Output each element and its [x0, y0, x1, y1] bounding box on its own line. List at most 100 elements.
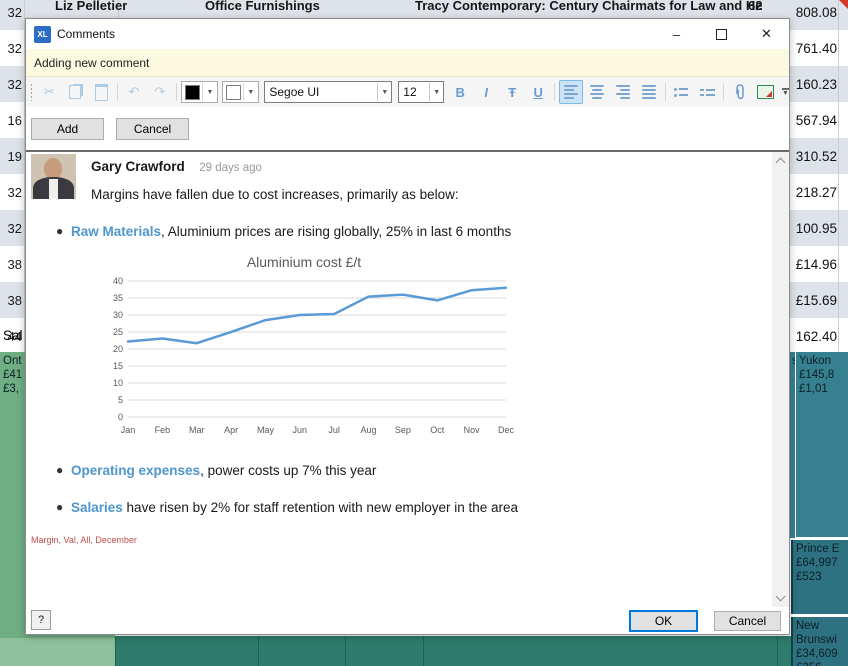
treemap-label: £34,609	[796, 647, 848, 661]
italic-button[interactable]: I	[474, 80, 498, 104]
chevron-down-icon[interactable]: ▼	[202, 83, 216, 101]
cell-salesperson[interactable]: Liz Pelletier	[55, 0, 127, 15]
undo-icon: ↶	[128, 84, 139, 100]
font-size-select[interactable]: 12▼	[398, 81, 444, 103]
ok-button[interactable]: OK	[630, 611, 697, 631]
align-right-button[interactable]	[611, 80, 635, 104]
font-name-select[interactable]: Segoe UI▼	[264, 81, 392, 103]
paperclip-icon	[733, 84, 747, 100]
svg-text:Aluminium cost £/t: Aluminium cost £/t	[247, 254, 361, 270]
svg-text:Apr: Apr	[224, 425, 238, 435]
close-button[interactable]: ✕	[744, 20, 789, 48]
insert-image-button[interactable]	[754, 80, 778, 104]
scroll-up-icon[interactable]	[776, 158, 786, 168]
align-center-button[interactable]	[585, 80, 609, 104]
cell-left-number[interactable]: 32	[0, 5, 22, 20]
strikethrough-icon: Ŧ	[508, 85, 516, 100]
cancel-add-button[interactable]: Cancel	[116, 118, 189, 140]
comment-content-area: Gary Crawford 29 days ago Margins have f…	[26, 152, 789, 607]
comment-action-row: Add Cancel	[26, 107, 789, 152]
bullet-icon: ●	[56, 224, 71, 239]
svg-text:40: 40	[113, 276, 123, 286]
svg-text:Jul: Jul	[328, 425, 340, 435]
app-icon: XL	[34, 26, 51, 43]
toolbar-grip-handle[interactable]	[30, 83, 32, 101]
treemap-label: £1,01	[799, 382, 848, 396]
treemap-block[interactable]	[345, 636, 423, 666]
cell-left-number[interactable]: 32	[0, 221, 22, 236]
overflow-arrow-icon: ▼	[782, 91, 789, 96]
cell-left-number[interactable]: 38	[0, 293, 22, 308]
copy-button[interactable]	[63, 80, 87, 104]
toolbar-overflow-button[interactable]: ▼	[782, 88, 789, 96]
cell-left-number[interactable]: 38	[0, 257, 22, 272]
treemap-block-yukon[interactable]: Yukon£145,8£1,01	[796, 352, 848, 537]
cell-left-number[interactable]: 32	[0, 77, 22, 92]
redo-button[interactable]: ↷	[148, 80, 172, 104]
treemap-block[interactable]	[423, 636, 777, 666]
numbered-list-icon	[700, 89, 715, 96]
title-bar[interactable]: XL Comments – ✕	[26, 19, 789, 49]
align-left-button[interactable]	[559, 80, 583, 104]
bullet-lead-link[interactable]: Raw Materials	[71, 224, 161, 239]
treemap-block-prince-edward[interactable]: Prince E£64,997£523	[791, 540, 848, 614]
paste-icon	[95, 84, 108, 101]
fill-color-picker[interactable]: ▼	[222, 81, 259, 103]
font-size-value: 12	[399, 85, 429, 99]
sales-section-label: Sal	[3, 328, 23, 343]
copy-icon	[69, 85, 81, 99]
cell-category[interactable]: Office Furnishings	[205, 0, 320, 15]
cell-product[interactable]: Tracy Contemporary: Century Chairmats fo…	[415, 0, 762, 15]
comment-context-note: Margin, Val, All, December	[31, 535, 767, 545]
comment-flag-icon	[839, 0, 848, 9]
bullet-list-button[interactable]	[669, 80, 693, 104]
cell-left-number[interactable]: 32	[0, 185, 22, 200]
chevron-down-icon[interactable]: ▼	[429, 83, 443, 101]
bullet-icon: ●	[56, 500, 71, 515]
svg-text:Aug: Aug	[361, 425, 377, 435]
chevron-down-icon[interactable]: ▼	[243, 83, 257, 101]
treemap-block[interactable]	[115, 636, 258, 666]
align-justify-button[interactable]	[637, 80, 661, 104]
svg-text:May: May	[257, 425, 275, 435]
treemap-edge-text: s	[792, 355, 795, 367]
bullet-salaries: ● Salaries have risen by 2% for staff re…	[56, 500, 767, 515]
cell-qty[interactable]: 62	[748, 0, 762, 15]
cut-button[interactable]: ✂	[37, 80, 61, 104]
cancel-button[interactable]: Cancel	[714, 611, 781, 631]
minimize-button[interactable]: –	[654, 20, 699, 48]
undo-button[interactable]: ↶	[122, 80, 146, 104]
font-name-value: Segoe UI	[265, 85, 377, 99]
add-button[interactable]: Add	[31, 118, 104, 140]
fill-color-swatch	[226, 85, 241, 100]
treemap-block[interactable]	[258, 636, 345, 666]
bullet-lead-link[interactable]: Salaries	[71, 500, 123, 515]
treemap-label: £145,8	[799, 368, 848, 382]
paste-button[interactable]	[89, 80, 113, 104]
dialog-title: Comments	[57, 27, 115, 41]
comment-author: Gary Crawford	[91, 159, 185, 174]
bullet-text: , power costs up 7% this year	[200, 463, 376, 478]
bullet-operating-expenses: ● Operating expenses, power costs up 7% …	[56, 463, 767, 478]
chevron-down-icon[interactable]: ▼	[377, 83, 391, 101]
numbered-list-button[interactable]	[695, 80, 719, 104]
cell-left-number[interactable]: 32	[0, 41, 22, 56]
cut-icon: ✂	[44, 84, 55, 100]
treemap-block-new-brunswick[interactable]: NewBrunswi£34,609£256	[791, 617, 848, 666]
cell-left-number[interactable]: 16	[0, 113, 22, 128]
treemap-block[interactable]	[777, 636, 791, 666]
font-color-picker[interactable]: ▼	[181, 81, 218, 103]
maximize-icon	[716, 29, 727, 40]
maximize-button[interactable]	[699, 20, 744, 48]
scroll-down-icon[interactable]	[776, 592, 786, 602]
treemap-block[interactable]	[0, 638, 115, 666]
bold-button[interactable]: B	[448, 80, 472, 104]
cell-left-number[interactable]: 19	[0, 149, 22, 164]
content-scrollbar[interactable]	[772, 152, 789, 607]
attach-button[interactable]	[728, 80, 752, 104]
underline-button[interactable]: U	[526, 80, 550, 104]
help-button[interactable]: ?	[31, 610, 51, 630]
bullet-lead-link[interactable]: Operating expenses	[71, 463, 200, 478]
strikethrough-button[interactable]: Ŧ	[500, 80, 524, 104]
svg-text:Nov: Nov	[464, 425, 481, 435]
